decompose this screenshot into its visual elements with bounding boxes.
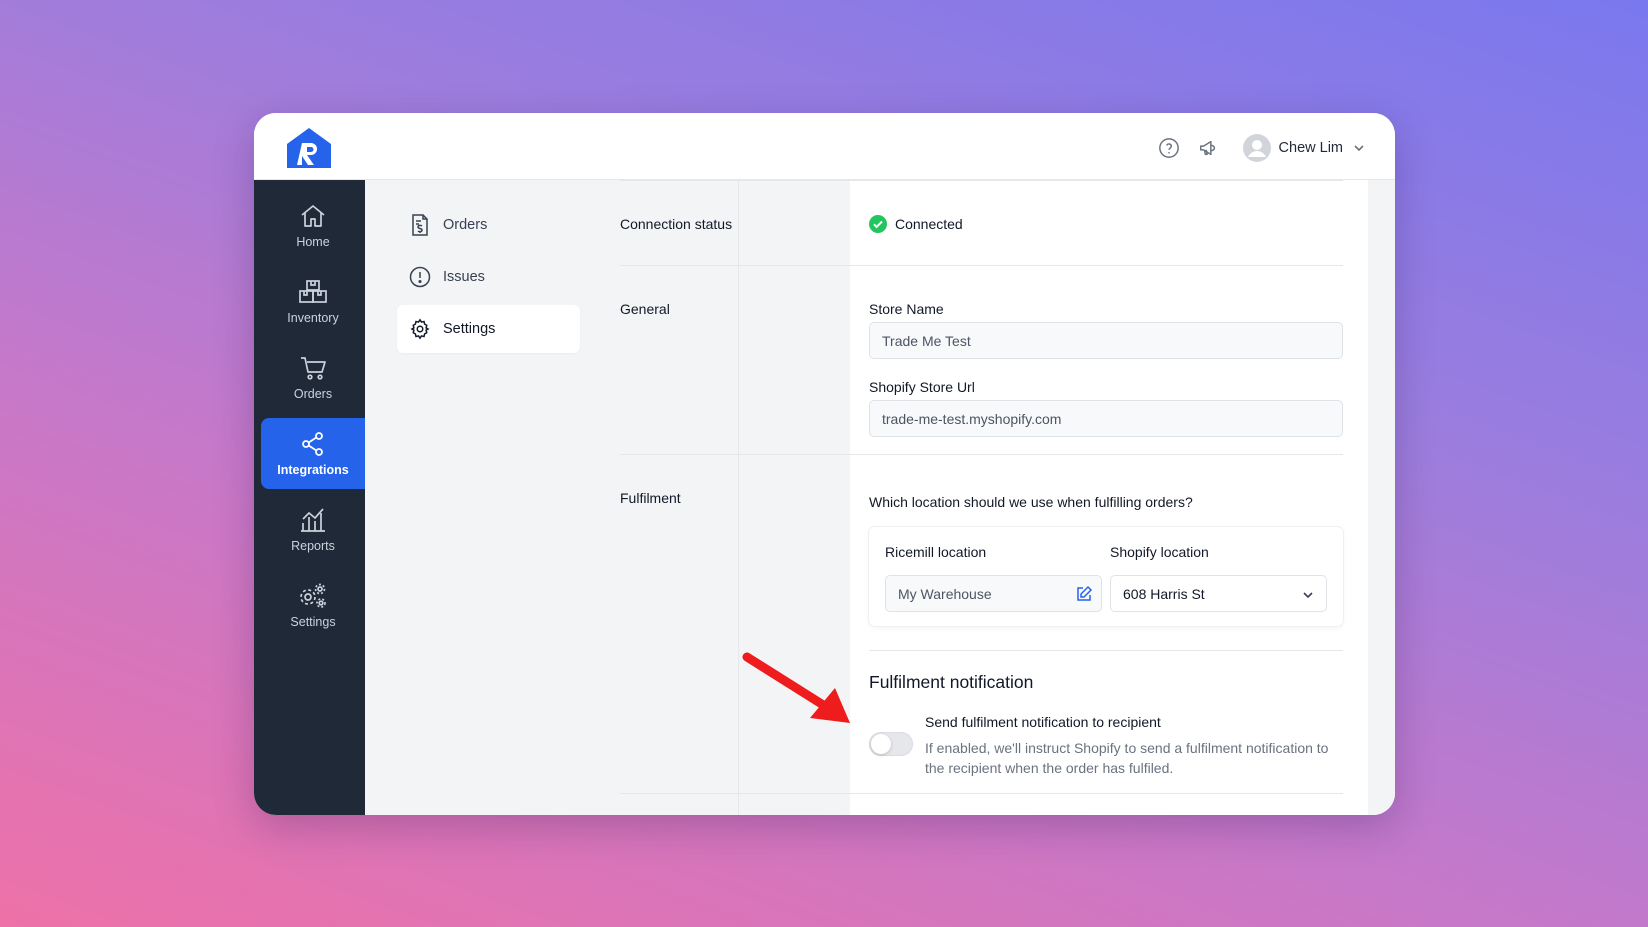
nav-home-label: Home bbox=[296, 234, 330, 249]
nav-inventory-label: Inventory bbox=[287, 310, 339, 325]
nav-settings-label: Settings bbox=[290, 614, 336, 629]
shopify-location-select[interactable]: 608 Harris St bbox=[1110, 575, 1327, 612]
check-circle-icon bbox=[869, 215, 887, 233]
fulfilment-notification-description: If enabled, we'll instruct Shopify to se… bbox=[925, 740, 1329, 776]
gear-icon bbox=[410, 318, 430, 340]
annotation-arrow-icon bbox=[742, 652, 850, 723]
top-bar-actions: Chew Lim bbox=[1157, 133, 1365, 163]
nav-orders-label: Orders bbox=[293, 386, 333, 401]
chevron-down-icon bbox=[1303, 592, 1313, 599]
subnav-settings[interactable]: Settings bbox=[397, 305, 580, 353]
toggle-knob bbox=[871, 734, 891, 754]
nav-integrations[interactable]: Integrations bbox=[261, 418, 365, 489]
user-name: Chew Lim bbox=[1278, 140, 1343, 156]
ricemill-location-header: Ricemill location bbox=[885, 544, 987, 560]
main-nav-rail: Home Inventory Orders Integrations Repor… bbox=[254, 180, 365, 815]
store-name-field[interactable]: Trade Me Test bbox=[869, 322, 1343, 359]
shopify-location-value: 608 Harris St bbox=[1123, 585, 1205, 602]
store-url-label: Shopify Store Url bbox=[869, 379, 975, 395]
fulfilment-notification-title: Fulfilment notification bbox=[869, 672, 1034, 692]
nav-reports-label: Reports bbox=[291, 538, 335, 553]
store-url-field[interactable]: trade-me-test.myshopify.com bbox=[869, 400, 1343, 437]
location-mapping-card: Ricemill location Shopify location My Wa… bbox=[869, 527, 1343, 626]
nav-inventory[interactable]: Inventory bbox=[261, 266, 365, 337]
general-section-label: General bbox=[620, 301, 670, 317]
cart-icon bbox=[301, 356, 326, 380]
section-divider bbox=[620, 454, 1343, 455]
gears-icon bbox=[300, 583, 326, 608]
store-name-value: Trade Me Test bbox=[882, 332, 971, 349]
nav-settings[interactable]: Settings bbox=[261, 570, 365, 641]
subnav-settings-label: Settings bbox=[443, 321, 496, 337]
subnav-divider bbox=[738, 180, 739, 815]
subnav-issues[interactable]: Issues bbox=[397, 253, 580, 301]
connection-status-label: Connection status bbox=[620, 216, 733, 232]
section-divider-bottom bbox=[620, 793, 1343, 794]
subnav-issues-label: Issues bbox=[443, 269, 485, 285]
home-icon bbox=[301, 204, 325, 227]
store-name-label: Store Name bbox=[869, 301, 944, 317]
ricemill-location-field: My Warehouse bbox=[885, 575, 1102, 612]
shopify-location-header: Shopify location bbox=[1110, 544, 1209, 560]
top-bar: Chew Lim bbox=[254, 113, 1395, 180]
section-divider-top bbox=[620, 180, 1343, 181]
section-divider bbox=[620, 265, 1343, 266]
nav-orders[interactable]: Orders bbox=[261, 342, 365, 413]
ricemill-logo[interactable] bbox=[286, 127, 332, 169]
connection-status: Connected bbox=[869, 215, 963, 233]
fulfilment-section-label: Fulfilment bbox=[620, 490, 681, 506]
nav-reports[interactable]: Reports bbox=[261, 494, 365, 565]
fulfilment-notification-label: Send fulfilment notification to recipien… bbox=[925, 714, 1161, 730]
nav-home[interactable]: Home bbox=[261, 190, 365, 261]
store-url-value: trade-me-test.myshopify.com bbox=[882, 410, 1062, 427]
alert-circle-icon bbox=[409, 266, 431, 288]
content-gutter bbox=[1368, 180, 1395, 815]
user-avatar-icon bbox=[1242, 134, 1271, 162]
receipt-icon bbox=[412, 214, 428, 236]
share-icon bbox=[302, 431, 323, 456]
ricemill-location-value: My Warehouse bbox=[898, 585, 992, 602]
subsection-divider bbox=[869, 650, 1343, 651]
chart-icon bbox=[301, 507, 325, 532]
nav-integrations-label: Integrations bbox=[277, 462, 349, 477]
megaphone-icon[interactable] bbox=[1197, 136, 1221, 160]
user-menu[interactable]: Chew Lim bbox=[1242, 134, 1365, 162]
connection-status-value: Connected bbox=[895, 216, 963, 232]
chevron-down-icon bbox=[1354, 145, 1364, 152]
fulfilment-notification-toggle[interactable] bbox=[869, 732, 913, 756]
edit-icon[interactable] bbox=[1075, 585, 1093, 603]
help-icon[interactable] bbox=[1157, 136, 1181, 160]
subnav-orders-label: Orders bbox=[443, 217, 488, 233]
subnav-orders[interactable]: Orders bbox=[397, 201, 580, 249]
boxes-icon bbox=[299, 279, 327, 303]
fulfilment-question: Which location should we use when fulfil… bbox=[869, 494, 1193, 510]
